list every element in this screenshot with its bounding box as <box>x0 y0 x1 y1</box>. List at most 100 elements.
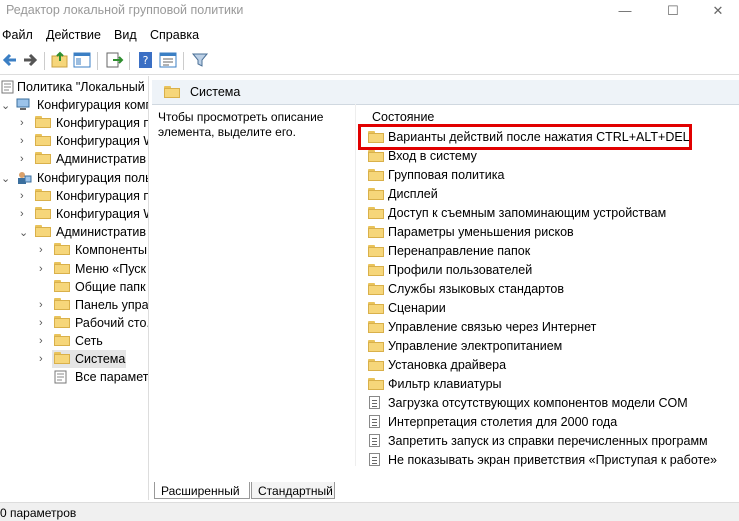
minimize-button[interactable]: — <box>602 0 648 22</box>
list-item[interactable]: Интерпретация столетия для 2000 года <box>366 413 726 431</box>
folder-icon <box>368 302 384 314</box>
chevron-down-icon[interactable]: ⌄ <box>1 172 10 185</box>
folder-icon <box>368 264 384 276</box>
chevron-right-icon[interactable]: › <box>20 135 24 147</box>
tree-item-label: Политика "Локальный <box>17 80 145 94</box>
tree-item-windows-settings[interactable]: › Конфигурация W <box>0 132 148 150</box>
chevron-down-icon[interactable]: ⌄ <box>1 99 10 112</box>
tree-item-windows-settings[interactable]: › Конфигурация W <box>0 205 148 223</box>
menu-help[interactable]: Справка <box>150 28 199 42</box>
tree-item-label: Конфигурация W <box>56 207 149 221</box>
forward-arrow-icon[interactable] <box>20 50 40 70</box>
list-item[interactable]: Параметры уменьшения рисков <box>366 223 726 241</box>
show-hide-tree-icon[interactable] <box>72 50 92 70</box>
list-item[interactable]: Перенаправление папок <box>366 242 726 260</box>
window-title: Редактор локальной групповой политики <box>6 3 244 17</box>
folder-icon <box>35 152 51 164</box>
toolbar-separator <box>97 52 98 70</box>
list-item[interactable]: Службы языковых стандартов <box>366 280 726 298</box>
toolbar: ? <box>0 48 739 75</box>
list-item-label: Службы языковых стандартов <box>388 282 565 296</box>
list-item-label: Дисплей <box>388 187 438 201</box>
chevron-right-icon[interactable]: › <box>20 153 24 165</box>
list-item[interactable]: Управление электропитанием <box>366 337 726 355</box>
tree-item-label: Конфигурация W <box>56 134 149 148</box>
tree-item-system[interactable]: › Система <box>0 350 148 368</box>
filter-icon[interactable] <box>190 50 210 70</box>
chevron-right-icon[interactable]: › <box>20 208 24 220</box>
tree-item-local-policy[interactable]: Политика "Локальный <box>0 78 148 96</box>
list-item[interactable]: Управление связью через Интернет <box>366 318 726 336</box>
tree-item-label: Панель упра <box>75 298 149 312</box>
help-icon[interactable]: ? <box>136 50 156 70</box>
list-item[interactable]: Сценарии <box>366 299 726 317</box>
chevron-right-icon[interactable]: › <box>39 353 43 365</box>
tree-item-control-panel[interactable]: › Панель упра <box>0 296 148 314</box>
tree-item-label: Компоненты <box>75 243 148 257</box>
tree-item-software-settings[interactable]: › Конфигурация п <box>0 187 148 205</box>
tree-item-start-menu[interactable]: › Меню «Пуск <box>0 260 148 278</box>
folder-icon <box>368 169 384 181</box>
tab-standard[interactable]: Стандартный <box>251 482 335 499</box>
list-item[interactable]: Установка драйвера <box>366 356 726 374</box>
tree-item-admin-templates[interactable]: ⌄ Административ <box>0 223 148 241</box>
chevron-right-icon[interactable]: › <box>39 263 43 275</box>
list-item-label: Параметры уменьшения рисков <box>388 225 574 239</box>
folder-icon <box>164 86 180 98</box>
list-item-label: Сценарии <box>388 301 446 315</box>
menu-view[interactable]: Вид <box>114 28 137 42</box>
properties-view-icon[interactable] <box>158 50 178 70</box>
chevron-right-icon[interactable]: › <box>39 317 43 329</box>
policy-setting-icon <box>369 434 380 447</box>
list-item[interactable]: Групповая политика <box>366 166 726 184</box>
list-item[interactable]: Не показывать экран приветствия «Приступ… <box>366 451 726 469</box>
tab-extended[interactable]: Расширенный <box>154 482 250 499</box>
list-item-label: Групповая политика <box>388 168 505 182</box>
policy-setting-icon <box>369 396 380 409</box>
list-item[interactable]: Дисплей <box>366 185 726 203</box>
folder-icon <box>35 207 51 219</box>
folder-icon <box>368 283 384 295</box>
status-text: 0 параметров <box>0 506 77 520</box>
column-header-state[interactable]: Состояние <box>372 110 434 124</box>
list-item[interactable]: Профили пользователей <box>366 261 726 279</box>
chevron-right-icon[interactable]: › <box>20 117 24 129</box>
view-tabs: Расширенный Стандартный <box>150 482 739 500</box>
list-item[interactable]: Доступ к съемным запоминающим устройства… <box>366 204 726 222</box>
chevron-right-icon[interactable]: › <box>39 244 43 256</box>
tree-item-components[interactable]: › Компоненты <box>0 241 148 259</box>
close-button[interactable]: ✕ <box>695 0 739 22</box>
list-item[interactable]: Фильтр клавиатуры <box>366 375 726 393</box>
tree-item-label: Рабочий сто. <box>75 316 149 330</box>
title-bar: Редактор локальной групповой политики — … <box>0 0 739 22</box>
tree-item-all-settings[interactable]: Все параметр <box>0 368 148 386</box>
folder-icon <box>54 352 70 364</box>
tree-item-shared-folders[interactable]: Общие папк <box>0 278 148 296</box>
chevron-down-icon[interactable]: ⌄ <box>19 226 28 239</box>
chevron-right-icon[interactable]: › <box>39 335 43 347</box>
list-item[interactable]: Запретить запуск из справки перечисленны… <box>366 432 726 450</box>
toolbar-separator <box>44 52 45 70</box>
tree-item-desktop[interactable]: › Рабочий сто. <box>0 314 148 332</box>
chevron-right-icon[interactable]: › <box>20 190 24 202</box>
maximize-button[interactable]: ☐ <box>650 0 696 22</box>
tree-item-label: Все параметр <box>75 370 149 384</box>
back-arrow-icon[interactable] <box>0 50 20 70</box>
export-list-icon[interactable] <box>104 50 124 70</box>
tree-item-network[interactable]: › Сеть <box>0 332 148 350</box>
menu-action[interactable]: Действие <box>46 28 101 42</box>
tree-item-software-settings[interactable]: › Конфигурация п <box>0 114 148 132</box>
chevron-right-icon[interactable]: › <box>39 299 43 311</box>
list-item[interactable]: Загрузка отсутствующих компонентов модел… <box>366 394 726 412</box>
up-folder-icon[interactable] <box>50 50 70 70</box>
menu-file[interactable]: Файл <box>2 28 33 42</box>
red-highlight-box <box>358 124 692 150</box>
tree-item-user-config[interactable]: ⌄ Конфигурация поль <box>0 169 148 187</box>
folder-icon <box>35 189 51 201</box>
tree-item-label: Система <box>75 352 126 366</box>
tree-item-admin-templates[interactable]: › Административ <box>0 150 148 168</box>
folder-icon <box>35 225 51 237</box>
folder-icon <box>368 245 384 257</box>
list-item-label: Управление связью через Интернет <box>388 320 597 334</box>
tree-item-computer-config[interactable]: ⌄ Конфигурация комп <box>0 96 148 114</box>
